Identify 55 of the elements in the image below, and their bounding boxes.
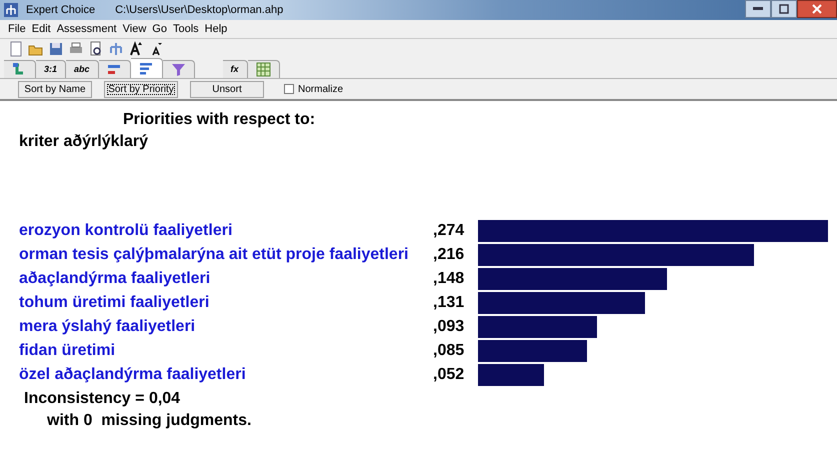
priority-value: ,131 — [433, 293, 466, 313]
tab[interactable]: 3:1 — [36, 60, 66, 78]
priority-bar — [478, 364, 544, 386]
font-larger-icon[interactable] — [128, 41, 144, 57]
heading: Priorities with respect to: — [123, 110, 316, 130]
inconsistency-text: Inconsistency = 0,04 — [24, 389, 180, 409]
app-icon — [4, 3, 18, 17]
criterion-label: mera ýslahý faaliyetleri — [19, 317, 196, 337]
priority-value: ,148 — [433, 269, 466, 289]
goal-name: kriter aðýrlýklarý — [19, 132, 148, 152]
priority-value: ,093 — [433, 317, 466, 337]
tab[interactable] — [98, 60, 131, 78]
criterion-label: tohum üretimi faaliyetleri — [19, 293, 210, 313]
priority-value: ,274 — [433, 221, 466, 241]
menu-item[interactable]: Edit — [32, 20, 51, 38]
checkbox-label: Normalize — [298, 82, 344, 96]
criterion-label: özel aðaçlandýrma faaliyetleri — [19, 365, 247, 385]
bar-chart-icon — [106, 62, 122, 77]
priority-value: ,052 — [433, 365, 466, 385]
priority-value: ,085 — [433, 341, 466, 361]
tab[interactable] — [4, 60, 36, 78]
restore-icon — [779, 4, 789, 14]
save-icon[interactable] — [48, 41, 64, 57]
menu-item[interactable]: View — [122, 20, 146, 38]
priority-value: ,216 — [433, 245, 466, 265]
bar-chart-icon — [138, 61, 154, 76]
close-button[interactable] — [797, 0, 837, 18]
file-path: C:\Users\User\Desktop\orman.ahp — [115, 2, 284, 18]
menu-item[interactable]: File — [8, 20, 26, 38]
missing-judgments-text: with 0 missing judgments. — [47, 411, 252, 431]
restore-button[interactable] — [771, 0, 797, 18]
menu-item[interactable]: Go — [152, 20, 167, 38]
criterion-label: erozyon kontrolü faaliyetleri — [19, 221, 234, 241]
tab[interactable]: abc — [66, 60, 99, 78]
close-icon — [812, 4, 822, 14]
criterion-label: orman tesis çalýþmalarýna ait etüt proje faaliyetleri — [19, 245, 410, 265]
menu-item[interactable]: Help — [204, 20, 228, 38]
minimize-icon — [753, 7, 763, 11]
sort-button[interactable]: Sort by Name — [18, 80, 92, 98]
minimize-button[interactable] — [745, 0, 771, 18]
tab[interactable] — [248, 60, 280, 78]
tab[interactable] — [162, 60, 195, 78]
new-file-icon[interactable] — [8, 41, 24, 57]
menu-item[interactable]: Tools — [172, 20, 199, 38]
window-title: Expert Choice — [26, 2, 96, 18]
criterion-label: aðaçlandýrma faaliyetleri — [19, 269, 212, 289]
grid-icon — [256, 62, 271, 77]
sort-button[interactable]: Unsort — [190, 80, 264, 98]
tab[interactable] — [130, 58, 163, 78]
funnel-icon — [170, 62, 186, 77]
menu-item[interactable]: Assessment — [56, 20, 117, 38]
tab[interactable]: fx — [222, 60, 248, 78]
criterion-label: fidan üretimi — [19, 341, 116, 361]
sort-button[interactable]: Sort by Priority — [104, 80, 178, 98]
checkbox[interactable] — [284, 84, 294, 94]
